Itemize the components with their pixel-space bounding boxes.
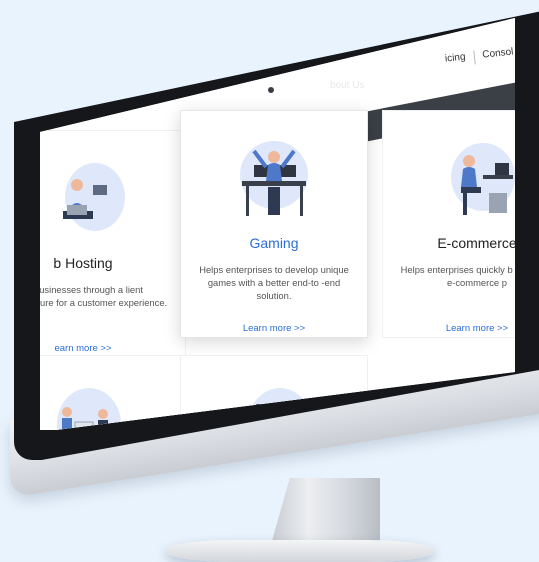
learn-more-link[interactable]: Learn more >> [383, 323, 515, 334]
card-web-hosting[interactable]: b Hosting er businesses through a lient … [40, 130, 186, 358]
nav-link-pricing[interactable]: icing [444, 51, 466, 67]
website-page: icing Consol bout Us b Hosting er busine… [40, 18, 515, 430]
card-gaming[interactable]: Gaming Helps enterprises to develop uniq… [180, 110, 368, 338]
learn-more-link[interactable]: Learn more >> [181, 323, 367, 334]
webcam [268, 87, 274, 93]
card-title: Gaming [249, 235, 299, 251]
card-title: b Hosting [53, 255, 113, 271]
monitor-stand-neck [270, 478, 380, 548]
card-title: E-commerce [437, 235, 515, 251]
card-description: Helps enterprises to develop unique game… [199, 264, 349, 301]
card-description: Helps enterprises quickly b their own e-… [400, 264, 515, 288]
laptop-person-icon [63, 163, 125, 231]
scene: icing Consol bout Us b Hosting er busine… [0, 0, 539, 562]
nav-link-about-us[interactable]: bout Us [330, 80, 364, 91]
gamer-desk-icon [240, 141, 308, 216]
learn-more-link[interactable]: earn more >> [40, 343, 185, 354]
card-e-commerce[interactable]: E-commerce Helps enterprises quickly b t… [382, 110, 515, 338]
ecommerce-desk-icon [451, 143, 515, 215]
card-description: er businesses through a lient infrastruc… [40, 284, 168, 308]
monitor-stand-base [165, 540, 435, 562]
monitor-screen: icing Consol bout Us b Hosting er busine… [40, 18, 515, 430]
nav-divider [472, 50, 476, 65]
